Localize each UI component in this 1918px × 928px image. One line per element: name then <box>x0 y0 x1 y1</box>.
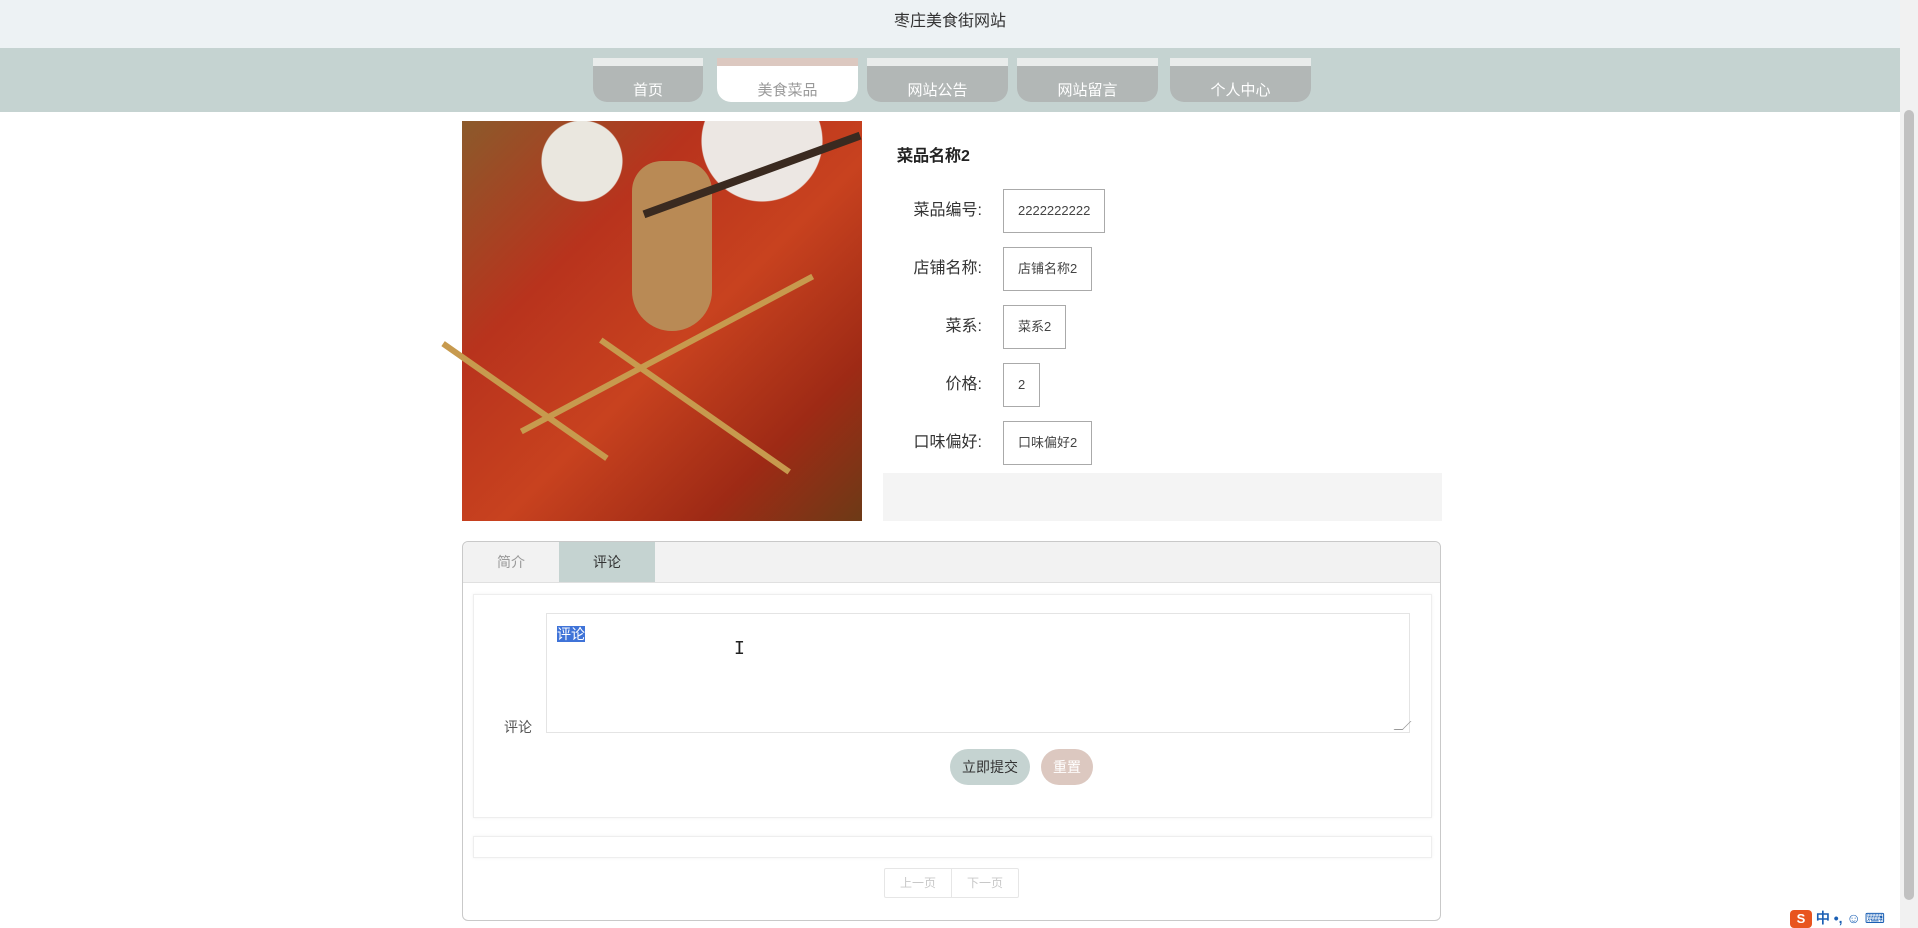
ime-status: 中 •, ☺ ⌨ <box>1815 910 1885 926</box>
dish-name: 菜品名称2 <box>897 148 970 165</box>
comment-form: 评论 评论 立即提交 重置 <box>473 594 1432 818</box>
field-label: 店铺名称: <box>913 260 982 277</box>
field-label: 价格: <box>945 376 982 393</box>
tab-comments[interactable]: 评论 <box>559 542 655 582</box>
text-cursor-icon: I <box>734 638 745 659</box>
resize-handle-icon[interactable] <box>1393 721 1412 730</box>
prev-page-button[interactable]: 上一页 <box>885 869 951 897</box>
comment-label: 评论 <box>504 719 532 735</box>
tab-bar: 简介 评论 <box>463 542 1440 583</box>
pagination: 上一页 下一页 <box>884 868 1019 898</box>
submit-button[interactable]: 立即提交 <box>950 749 1030 785</box>
next-page-button[interactable]: 下一页 <box>951 869 1018 897</box>
reset-button[interactable]: 重置 <box>1041 749 1093 785</box>
field-value: 口味偏好2 <box>1003 421 1093 465</box>
dish-image <box>441 121 862 521</box>
comment-textarea[interactable]: 评论 <box>546 613 1412 733</box>
field-value: 2222222222 <box>1003 189 1106 233</box>
field-label: 口味偏好: <box>913 434 982 451</box>
nav-item-profile[interactable]: 个人中心 <box>1170 58 1311 102</box>
sogou-logo-icon: S <box>1790 910 1812 928</box>
field-label: 菜系: <box>945 318 982 335</box>
nav-item-announcements[interactable]: 网站公告 <box>867 58 1008 102</box>
field-label: 菜品编号: <box>913 202 982 219</box>
comment-list <box>473 836 1432 858</box>
selected-text: 评论 <box>557 626 585 642</box>
nav-item-dishes[interactable]: 美食菜品 <box>717 58 858 102</box>
detail-panel: 简介 评论 评论 评论 立即提交 重置 上一页 下一页 <box>462 541 1441 921</box>
action-area <box>883 473 1442 521</box>
scrollbar-thumb[interactable] <box>1904 110 1914 900</box>
ime-toolbar[interactable]: S 中 •, ☺ ⌨ <box>1790 908 1918 928</box>
main-nav: 首页 美食菜品 网站公告 网站留言 个人中心 <box>0 48 1900 112</box>
field-value: 菜系2 <box>1003 305 1067 349</box>
nav-item-home[interactable]: 首页 <box>593 58 703 102</box>
field-value: 店铺名称2 <box>1003 247 1093 291</box>
field-value: 2 <box>1003 363 1041 407</box>
nav-item-messages[interactable]: 网站留言 <box>1017 58 1158 102</box>
tab-intro[interactable]: 简介 <box>463 542 559 582</box>
site-title-bar: 枣庄美食街网站 <box>0 0 1900 48</box>
site-title: 枣庄美食街网站 <box>893 13 1006 30</box>
